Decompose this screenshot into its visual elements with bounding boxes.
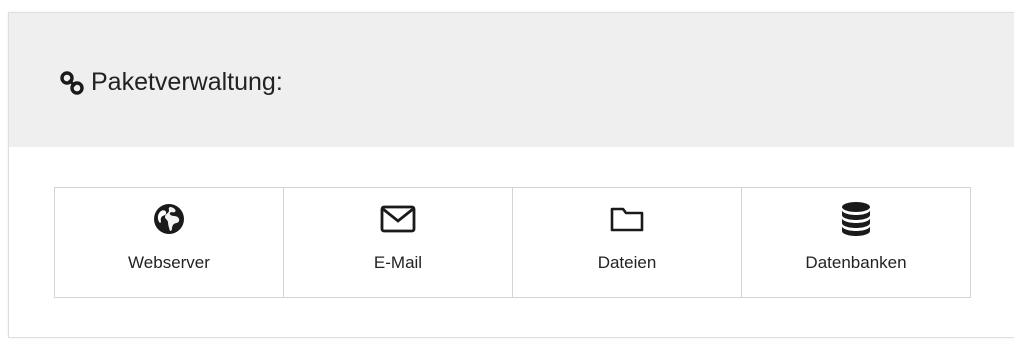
email-button[interactable]: E-Mail bbox=[283, 187, 513, 298]
panel-header: Paketverwaltung: bbox=[9, 13, 1014, 147]
link-icon bbox=[59, 70, 85, 96]
tile-label: Webserver bbox=[128, 253, 210, 272]
tile-label: Datenbanken bbox=[805, 253, 907, 272]
globe-icon bbox=[150, 200, 188, 238]
package-management-panel: Paketverwaltung: Webserver E-Mail Dateie… bbox=[8, 12, 1014, 338]
files-button[interactable]: Dateien bbox=[512, 187, 742, 298]
database-icon bbox=[837, 200, 875, 238]
envelope-icon bbox=[379, 200, 417, 238]
databases-button[interactable]: Datenbanken bbox=[741, 187, 971, 298]
tile-label: Dateien bbox=[597, 253, 657, 272]
tile-label: E-Mail bbox=[373, 253, 423, 272]
webserver-button[interactable]: Webserver bbox=[54, 187, 284, 298]
package-tiles: Webserver E-Mail Dateien Datenbanken bbox=[54, 187, 971, 298]
panel-title: Paketverwaltung: bbox=[91, 68, 283, 96]
folder-icon bbox=[608, 200, 646, 238]
